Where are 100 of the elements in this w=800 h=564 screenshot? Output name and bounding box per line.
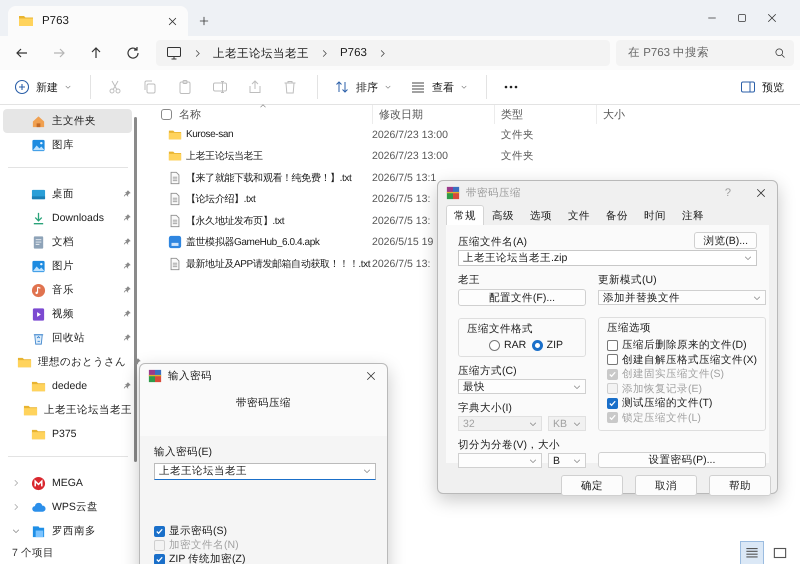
checkbox[interactable] (154, 554, 165, 564)
view-button[interactable]: 查看 (410, 79, 468, 95)
field-label: 输入密码(E) (154, 446, 213, 459)
column-header[interactable]: 大小 (596, 105, 800, 124)
document-icon (31, 234, 46, 250)
checkbox-label: 创建固实压缩文件(S) (622, 367, 724, 382)
dialog-button[interactable]: 帮助 (709, 475, 771, 496)
dialog-tab[interactable]: 时间 (636, 205, 674, 225)
music-icon (31, 282, 46, 298)
status-text: 7 个项目 (12, 546, 54, 560)
home-icon (31, 114, 46, 128)
window-tab[interactable]: P763 (8, 6, 188, 36)
preview-pane-icon (740, 79, 756, 95)
text-file-icon (168, 256, 182, 271)
dialog-tab[interactable]: 文件 (560, 205, 598, 225)
search-field[interactable]: 在 P763 中搜索 (616, 40, 794, 66)
radio-button[interactable] (532, 340, 543, 350)
new-tab-icon[interactable] (198, 15, 210, 27)
sidebar-item[interactable]: WPS云盘 (3, 495, 132, 519)
sidebar-item[interactable]: 罗西南多 (3, 519, 132, 543)
new-button[interactable]: 新建 (14, 79, 72, 95)
file-name[interactable]: 盖世模拟器GameHub_6.0.4.apk (162, 235, 320, 250)
checkbox-label: 加密文件名(N) (169, 538, 239, 552)
dialog-tab[interactable]: 选项 (522, 205, 560, 225)
text-file-icon (168, 192, 182, 206)
sidebar-item[interactable]: 回收站 (3, 326, 132, 350)
radio-label: ZIP (546, 339, 563, 351)
sidebar-item[interactable]: MEGA (3, 471, 132, 495)
file-name[interactable]: 【永久地址发布页】.txt (162, 214, 284, 228)
details-view-icon[interactable] (740, 541, 764, 564)
checkbox-label: 锁定压缩文件(L) (622, 410, 701, 425)
sidebar-item[interactable]: Downloads (3, 206, 132, 230)
dialog-button[interactable]: 确定 (561, 475, 623, 496)
sidebar-item[interactable]: 上老王论坛当老王 (3, 398, 132, 422)
field-label: 压缩文件名(A) (458, 236, 527, 249)
file-name[interactable]: 最新地址及APP请发邮箱自动获取！！！.txt (162, 256, 370, 271)
sidebar-item[interactable]: 主文件夹 (3, 109, 132, 133)
field-label: 字典大小(I) (458, 402, 513, 415)
checkbox[interactable] (161, 109, 172, 120)
dialog-tab[interactable]: 备份 (598, 205, 636, 225)
maximize-icon[interactable] (736, 12, 748, 24)
sidebar-item[interactable]: 音乐 (3, 278, 132, 302)
column-header[interactable]: 修改日期 (372, 105, 494, 124)
sidebar-item[interactable]: 文档 (3, 230, 132, 254)
refresh-icon[interactable] (125, 45, 141, 61)
dialog-tab[interactable]: 注释 (674, 205, 712, 225)
sort-button[interactable]: 排序 (334, 79, 392, 95)
dropdown[interactable]: B (548, 453, 586, 468)
date-cell: 2026/7/23 13:00 (372, 128, 448, 141)
radio-button[interactable] (489, 340, 500, 350)
sidebar-item[interactable]: P375 (3, 422, 132, 446)
field-label: 压缩方式(C) (458, 365, 518, 378)
preview-button[interactable]: 预览 (740, 79, 784, 95)
dropdown[interactable]: 最快 (458, 379, 586, 394)
close-icon[interactable] (167, 16, 178, 26)
dialog-button[interactable]: 取消 (635, 475, 697, 496)
dialog-heading: 带密码压缩 (236, 397, 291, 409)
checkbox[interactable] (154, 526, 165, 536)
video-icon (31, 306, 46, 322)
search-icon (774, 47, 786, 59)
checkbox[interactable] (607, 340, 618, 351)
scrollbar[interactable] (134, 117, 137, 462)
breadcrumb-item[interactable]: P763 (340, 47, 367, 59)
checkbox-label: 添加恢复记录(E) (622, 382, 702, 396)
archive-name-field[interactable]: 上老王论坛当老王.zip (458, 250, 757, 266)
group-title: 压缩文件格式 (467, 322, 534, 336)
app-icon (148, 369, 162, 383)
dropdown[interactable]: 添加并替换文件 (598, 290, 766, 305)
field-label: 更新模式(U) (598, 274, 658, 287)
column-header[interactable]: 名称 (179, 107, 201, 122)
sidebar-item[interactable]: 视频 (3, 302, 132, 326)
file-name[interactable]: 【论坛介绍】.txt (162, 192, 256, 206)
dialog-tab[interactable]: 高级 (484, 205, 522, 225)
set-password-button[interactable]: 设置密码(P)... (598, 452, 766, 468)
file-name[interactable]: Kurose-san (162, 128, 234, 142)
checkbox-label: ZIP 传统加密(Z) (169, 552, 246, 564)
sidebar-item[interactable]: 桌面 (3, 182, 132, 206)
sidebar-item[interactable]: 图片 (3, 254, 132, 278)
file-name[interactable]: 上老王论坛当老王 (162, 149, 263, 164)
address-bar[interactable]: 上老王论坛当老王 P763 (156, 40, 610, 66)
sidebar-item[interactable]: 图库 (3, 133, 132, 157)
sidebar-item[interactable]: dedede (3, 374, 132, 398)
profile-button[interactable]: 配置文件(F)... (458, 289, 586, 306)
close-icon[interactable] (766, 12, 778, 24)
breadcrumb-item[interactable]: 上老王论坛当老王 (213, 46, 309, 60)
column-header[interactable]: 类型 (494, 105, 596, 124)
folder-icon (168, 128, 182, 142)
download-icon (31, 210, 46, 226)
password-field[interactable]: 上老王论坛当老王 (154, 463, 376, 480)
close-icon[interactable] (755, 187, 767, 199)
file-name[interactable]: 【来了就能下载和观看！纯免费！】.txt (162, 170, 352, 185)
sort-icon (334, 79, 350, 95)
browse-button[interactable]: 浏览(B)... (694, 232, 757, 249)
close-icon[interactable] (365, 370, 377, 382)
dialog-tab[interactable]: 常规 (446, 205, 484, 225)
checkbox[interactable] (607, 398, 618, 409)
app-icon (446, 186, 460, 200)
date-cell: 2026/7/5 13:1 (372, 172, 436, 184)
drive-icon (31, 524, 46, 538)
checkbox[interactable] (607, 354, 618, 366)
